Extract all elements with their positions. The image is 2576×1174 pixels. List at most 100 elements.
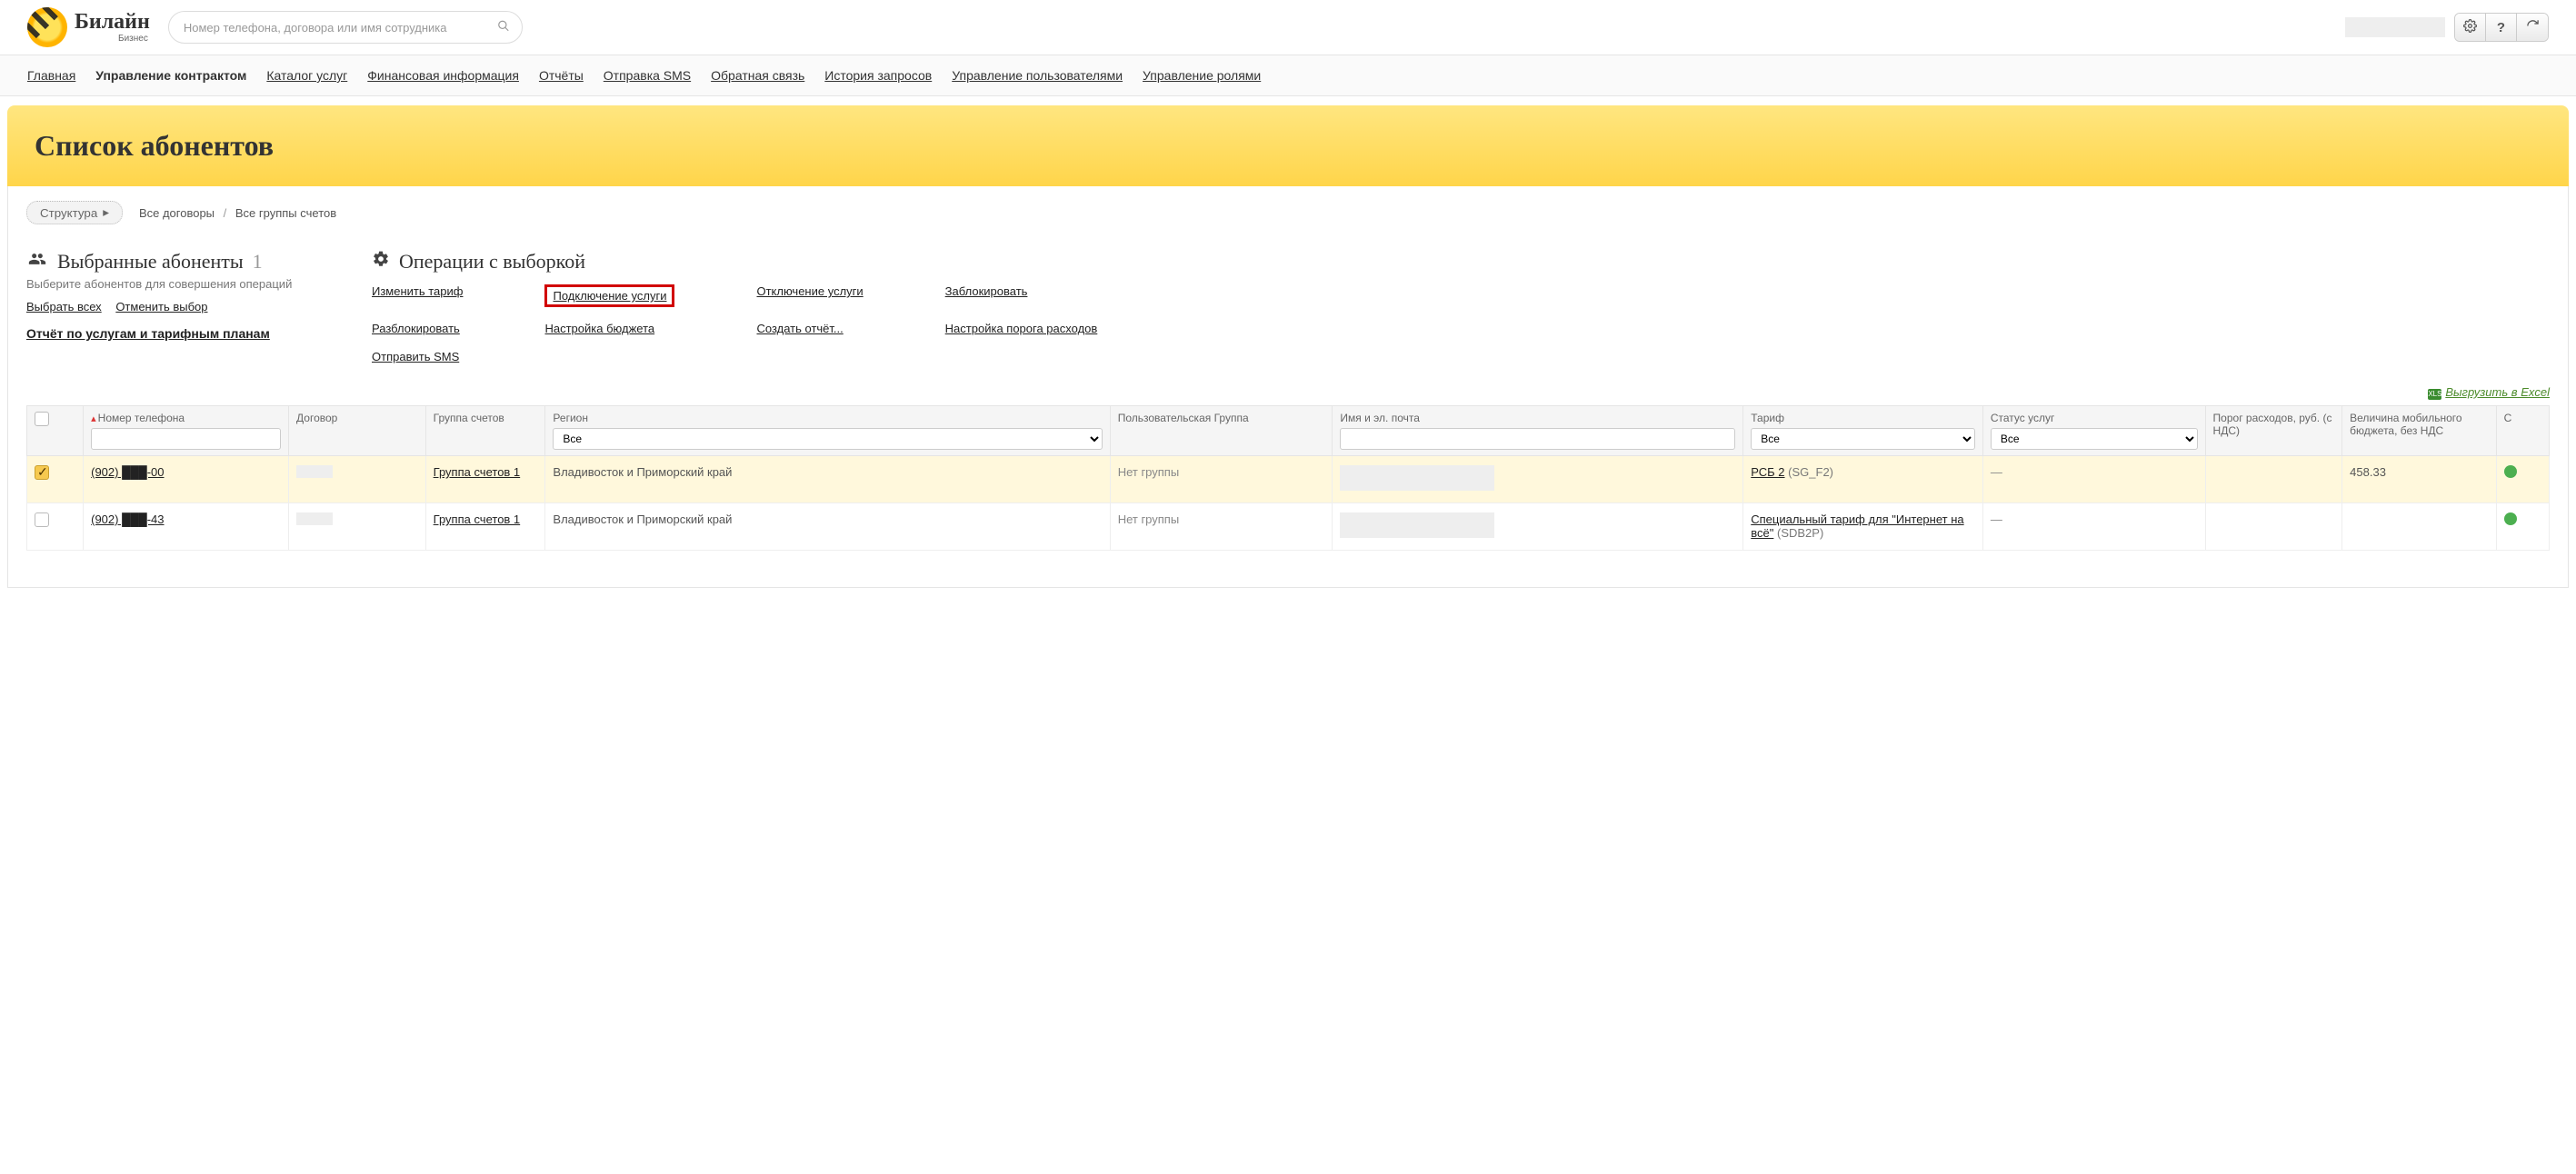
budget-cell (2342, 503, 2496, 551)
search-icon[interactable] (497, 20, 510, 35)
budget-cell: 458.33 (2342, 456, 2496, 503)
logo-icon (27, 7, 67, 47)
th-nameemail[interactable]: Имя и эл. почта (1340, 412, 1419, 424)
nav-item-2[interactable]: Каталог услуг (266, 68, 347, 83)
account-group-link[interactable]: Группа счетов 1 (434, 512, 521, 526)
nav-item-4[interactable]: Отчёты (539, 68, 584, 83)
table-row: (902) ███-43 Группа счетов 1 Владивосток и… (27, 503, 2550, 551)
status-ok-icon (2504, 512, 2517, 525)
table-row: (902) ███-00 Группа счетов 1 Владивосток и… (27, 456, 2550, 503)
th-budget: Величина мобильного бюджета, без НДС (2350, 412, 2461, 437)
filter-nameemail-input[interactable] (1340, 428, 1735, 450)
operation-link-5[interactable]: Настройка бюджета (544, 322, 674, 335)
region-cell: Владивосток и Приморский край (545, 503, 1110, 551)
threshold-cell (2205, 503, 2342, 551)
operation-link-2[interactable]: Отключение услуги (756, 284, 863, 307)
operation-link-7[interactable]: Настройка порога расходов (945, 322, 1098, 335)
select-all-link[interactable]: Выбрать всех (26, 300, 102, 313)
region-cell: Владивосток и Приморский край (545, 456, 1110, 503)
contract-cell (296, 512, 333, 525)
th-tariff[interactable]: Тариф (1751, 412, 1784, 424)
page-titlebar: Список абонентов (7, 105, 2569, 186)
contract-cell (296, 465, 333, 478)
th-usergroup[interactable]: Пользовательская Группа (1118, 412, 1249, 424)
nav-item-3[interactable]: Финансовая информация (367, 68, 519, 83)
refresh-icon (2526, 19, 2540, 35)
account-redacted (2345, 17, 2445, 37)
xls-icon: XLS (2428, 389, 2441, 400)
nameemail-cell (1340, 512, 1494, 538)
service-status-cell: — (1991, 465, 2002, 479)
th-region[interactable]: Регион (553, 412, 588, 424)
th-service-status[interactable]: Статус услуг (1991, 412, 2055, 424)
structure-button[interactable]: Структура ▸ (26, 201, 123, 224)
nav-item-7[interactable]: История запросов (824, 68, 932, 83)
tariff-note: (SDB2P) (1777, 526, 1823, 540)
selected-subscribers-panel: Выбранные абоненты 1 Выберите абонентов … (26, 250, 317, 341)
export-excel-link[interactable]: Выгрузить в Excel (2445, 385, 2550, 399)
operation-link-6[interactable]: Создать отчёт... (756, 322, 863, 335)
operation-link-4[interactable]: Разблокировать (372, 322, 463, 335)
selected-count: 1 (253, 250, 263, 274)
report-link[interactable]: Отчёт по услугам и тарифным планам (26, 326, 270, 341)
phone-link[interactable]: (902) ███-00 (91, 465, 164, 479)
help-button[interactable]: ? (2486, 14, 2517, 41)
refresh-button[interactable] (2517, 14, 2548, 41)
operation-link-3[interactable]: Заблокировать (945, 284, 1098, 307)
operations-panel: Операции с выборкой Изменить тариф Подклю… (372, 250, 2550, 363)
th-phone[interactable]: Номер телефона (98, 412, 185, 424)
logo[interactable]: Билайн Бизнес (27, 7, 150, 47)
nav-item-6[interactable]: Обратная связь (711, 68, 804, 83)
status-ok-icon (2504, 465, 2517, 478)
settings-button[interactable] (2455, 14, 2486, 41)
main-nav: Главная Управление контрактом Каталог услу… (0, 55, 2576, 96)
structure-button-label: Структура (40, 206, 97, 220)
crumb-0[interactable]: Все договоры (139, 206, 215, 220)
filter-tariff-select[interactable]: Все (1751, 428, 1975, 450)
breadcrumb: Все договоры / Все группы счетов (139, 206, 336, 220)
nav-item-0[interactable]: Главная (27, 68, 75, 83)
tariff-note: (SG_F2) (1788, 465, 1833, 479)
th-contract[interactable]: Договор (296, 412, 337, 424)
operation-link-1[interactable]: Подключение услуги (544, 284, 674, 307)
th-status: С (2504, 412, 2512, 424)
threshold-cell (2205, 456, 2342, 503)
account-group-link[interactable]: Группа счетов 1 (434, 465, 521, 479)
row-checkbox[interactable] (35, 512, 49, 527)
subscribers-table: ▴Номер телефона Договор Группа счетов Ре… (26, 405, 2550, 551)
chevron-right-icon: ▸ (103, 205, 109, 220)
operation-link-8[interactable]: Отправить SMS (372, 350, 463, 363)
gear-icon (2463, 19, 2477, 35)
operations-heading: Операции с выборкой (399, 250, 585, 274)
nav-item-8[interactable]: Управление пользователями (952, 68, 1123, 83)
users-icon (26, 250, 48, 274)
header-checkbox[interactable] (35, 412, 49, 426)
help-icon: ? (2497, 20, 2505, 35)
nameemail-cell (1340, 465, 1494, 491)
sort-indicator-icon: ▴ (91, 413, 96, 424)
filter-status-select[interactable]: Все (1991, 428, 2198, 450)
nav-item-9[interactable]: Управление ролями (1143, 68, 1261, 83)
topbar-buttons: ? (2454, 13, 2549, 42)
th-group[interactable]: Группа счетов (434, 412, 504, 424)
nav-item-5[interactable]: Отправка SMS (604, 68, 691, 83)
service-status-cell: — (1991, 512, 2002, 526)
selected-heading: Выбранные абоненты (57, 250, 244, 274)
row-checkbox[interactable] (35, 465, 49, 480)
search-input[interactable] (168, 11, 523, 44)
phone-link[interactable]: (902) ███-43 (91, 512, 164, 526)
nav-item-1[interactable]: Управление контрактом (95, 68, 246, 83)
selected-hint: Выберите абонентов для совершения операц… (26, 277, 317, 291)
brand-name: Билайн (75, 11, 150, 33)
brand-sub: Бизнес (118, 35, 148, 44)
tariff-link[interactable]: РСБ 2 (1751, 465, 1784, 479)
gear-icon (372, 250, 390, 274)
filter-region-select[interactable]: Все (553, 428, 1102, 450)
deselect-all-link[interactable]: Отменить выбор (115, 300, 207, 313)
filter-phone-input[interactable] (91, 428, 281, 450)
operation-link-0[interactable]: Изменить тариф (372, 284, 463, 307)
usergroup-cell: Нет группы (1110, 456, 1333, 503)
crumb-1[interactable]: Все группы счетов (235, 206, 336, 220)
th-threshold: Порог расходов, руб. (с НДС) (2213, 412, 2332, 437)
page-title: Список абонентов (35, 129, 2541, 163)
